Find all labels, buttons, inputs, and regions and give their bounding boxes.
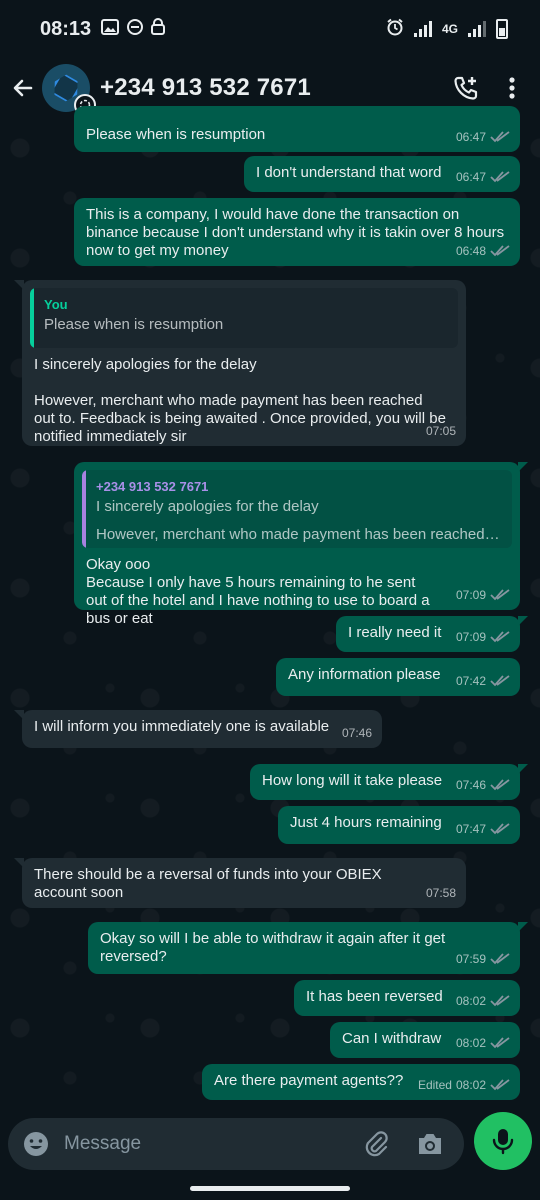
- double-check-icon: [490, 131, 510, 143]
- double-check-icon: [490, 779, 510, 791]
- quote-text: Please when is resumption: [44, 316, 224, 333]
- message-text-line2: However, merchant who made payment has b…: [34, 392, 446, 445]
- message-meta: 07:47: [456, 820, 510, 838]
- camera-icon[interactable]: [416, 1131, 444, 1157]
- message-meta: 08:02: [456, 1034, 510, 1052]
- message-bubble-outgoing[interactable]: I really need it 07:09: [336, 616, 528, 652]
- message-time: 06:47: [455, 170, 486, 184]
- message-bubble-outgoing[interactable]: Any information please 07:42: [276, 658, 520, 696]
- edited-label: Edited: [417, 1078, 452, 1092]
- message-bubble-incoming[interactable]: There should be a reversal of funds into…: [14, 858, 466, 908]
- double-check-icon: [490, 1079, 510, 1091]
- composer-actions: [362, 1130, 450, 1158]
- double-check-icon: [490, 631, 510, 643]
- quote-text: I sincerely apologies for the delay: [96, 498, 319, 515]
- message-text-line1: I sincerely apologies for the delay: [34, 356, 257, 373]
- message-time: 07:09: [455, 588, 486, 602]
- message-time: 07:05: [425, 424, 456, 438]
- message-text: This is a company, I would have done the…: [86, 206, 505, 259]
- double-check-icon: [490, 995, 510, 1007]
- quoted-message[interactable]: +234 913 532 7671 I sincerely apologies …: [82, 470, 512, 548]
- message-bubble-outgoing[interactable]: Can I withdraw 08:02: [330, 1022, 520, 1058]
- message-meta: 07:42: [456, 672, 510, 690]
- message-text: There should be a reversal of funds into…: [34, 866, 382, 901]
- message-bubble-outgoing[interactable]: It has been reversed 08:02: [294, 980, 520, 1016]
- message-bubble-outgoing[interactable]: This is a company, I would have done the…: [74, 198, 520, 266]
- message-meta: 07:09: [456, 586, 510, 604]
- quoted-message[interactable]: You Please when is resumption: [30, 288, 458, 348]
- message-meta: 07:46: [456, 776, 510, 794]
- message-time: 06:47: [455, 130, 486, 144]
- message-time: 07:09: [455, 630, 486, 644]
- message-bubble-outgoing[interactable]: +234 913 532 7671 I sincerely apologies …: [74, 462, 528, 627]
- quote-author: You: [44, 297, 68, 312]
- message-time: 06:48: [455, 244, 486, 258]
- message-meta: 08:02: [456, 992, 510, 1010]
- message-time: 08:02: [455, 994, 486, 1008]
- message-time: 07:47: [455, 822, 486, 836]
- message-time: 07:46: [455, 778, 486, 792]
- message-meta: 06:47: [456, 128, 510, 146]
- message-text: It has been reversed: [306, 988, 443, 1005]
- double-check-icon: [490, 1037, 510, 1049]
- message-text: Can I withdraw: [342, 1030, 442, 1047]
- double-check-icon: [490, 823, 510, 835]
- double-check-icon: [490, 953, 510, 965]
- emoji-icon[interactable]: [22, 1130, 50, 1158]
- message-text: I really need it: [348, 624, 442, 641]
- message-meta: 06:47: [456, 168, 510, 186]
- message-time: 08:02: [455, 1078, 486, 1092]
- message-bubble-outgoing[interactable]: I don't understand that word 06:47: [244, 156, 520, 192]
- double-check-icon: [490, 589, 510, 601]
- message-meta: 06:48: [456, 242, 510, 260]
- message-meta: Edited 08:02: [418, 1076, 510, 1094]
- message-text: I don't understand that word: [256, 164, 442, 181]
- paperclip-icon[interactable]: [362, 1130, 390, 1158]
- message-input[interactable]: Message: [64, 1133, 141, 1155]
- message-list: Please when is resumption 06:47 I don't …: [0, 0, 540, 1200]
- message-text: Any information please: [288, 666, 441, 683]
- message-bubble-outgoing[interactable]: Please when is resumption 06:47: [74, 106, 520, 152]
- message-text: I will inform you immediately one is ava…: [34, 718, 330, 735]
- message-bubble-outgoing[interactable]: Okay so will I be able to withdraw it ag…: [88, 922, 528, 974]
- message-text: How long will it take please: [262, 772, 443, 789]
- quote-text-2: However, merchant who made payment has b…: [96, 526, 502, 543]
- home-gesture-pill[interactable]: [190, 1186, 350, 1191]
- message-text-line1: Okay ooo: [86, 556, 151, 573]
- message-text: Okay so will I be able to withdraw it ag…: [100, 930, 446, 965]
- message-meta: 07:58: [426, 884, 456, 902]
- message-time: 08:02: [455, 1036, 486, 1050]
- message-bubble-outgoing[interactable]: How long will it take please 07:46: [250, 764, 528, 800]
- microphone-icon[interactable]: [474, 1112, 532, 1170]
- message-bubble-outgoing[interactable]: Just 4 hours remaining 07:47: [278, 806, 520, 844]
- message-time: 07:46: [341, 726, 372, 740]
- message-meta: 07:05: [426, 422, 456, 440]
- double-check-icon: [490, 675, 510, 687]
- message-meta: 07:46: [342, 724, 372, 742]
- double-check-icon: [490, 171, 510, 183]
- message-text: Just 4 hours remaining: [290, 814, 442, 831]
- message-bubble-outgoing[interactable]: Are there payment agents?? Edited 08:02: [202, 1064, 520, 1100]
- message-text: Are there payment agents??: [214, 1072, 404, 1089]
- message-composer[interactable]: Message: [8, 1118, 464, 1170]
- message-meta: 07:59: [456, 950, 510, 968]
- double-check-icon: [490, 245, 510, 257]
- message-time: 07:42: [455, 674, 486, 688]
- message-time: 07:58: [425, 886, 456, 900]
- message-text: Please when is resumption: [86, 126, 266, 143]
- message-bubble-incoming[interactable]: I will inform you immediately one is ava…: [14, 710, 382, 748]
- message-bubble-incoming[interactable]: You Please when is resumption I sincerel…: [14, 280, 466, 446]
- system-navigation-bar: [0, 1170, 540, 1200]
- quote-author: +234 913 532 7671: [96, 479, 209, 494]
- message-meta: 07:09: [456, 628, 510, 646]
- message-time: 07:59: [455, 952, 486, 966]
